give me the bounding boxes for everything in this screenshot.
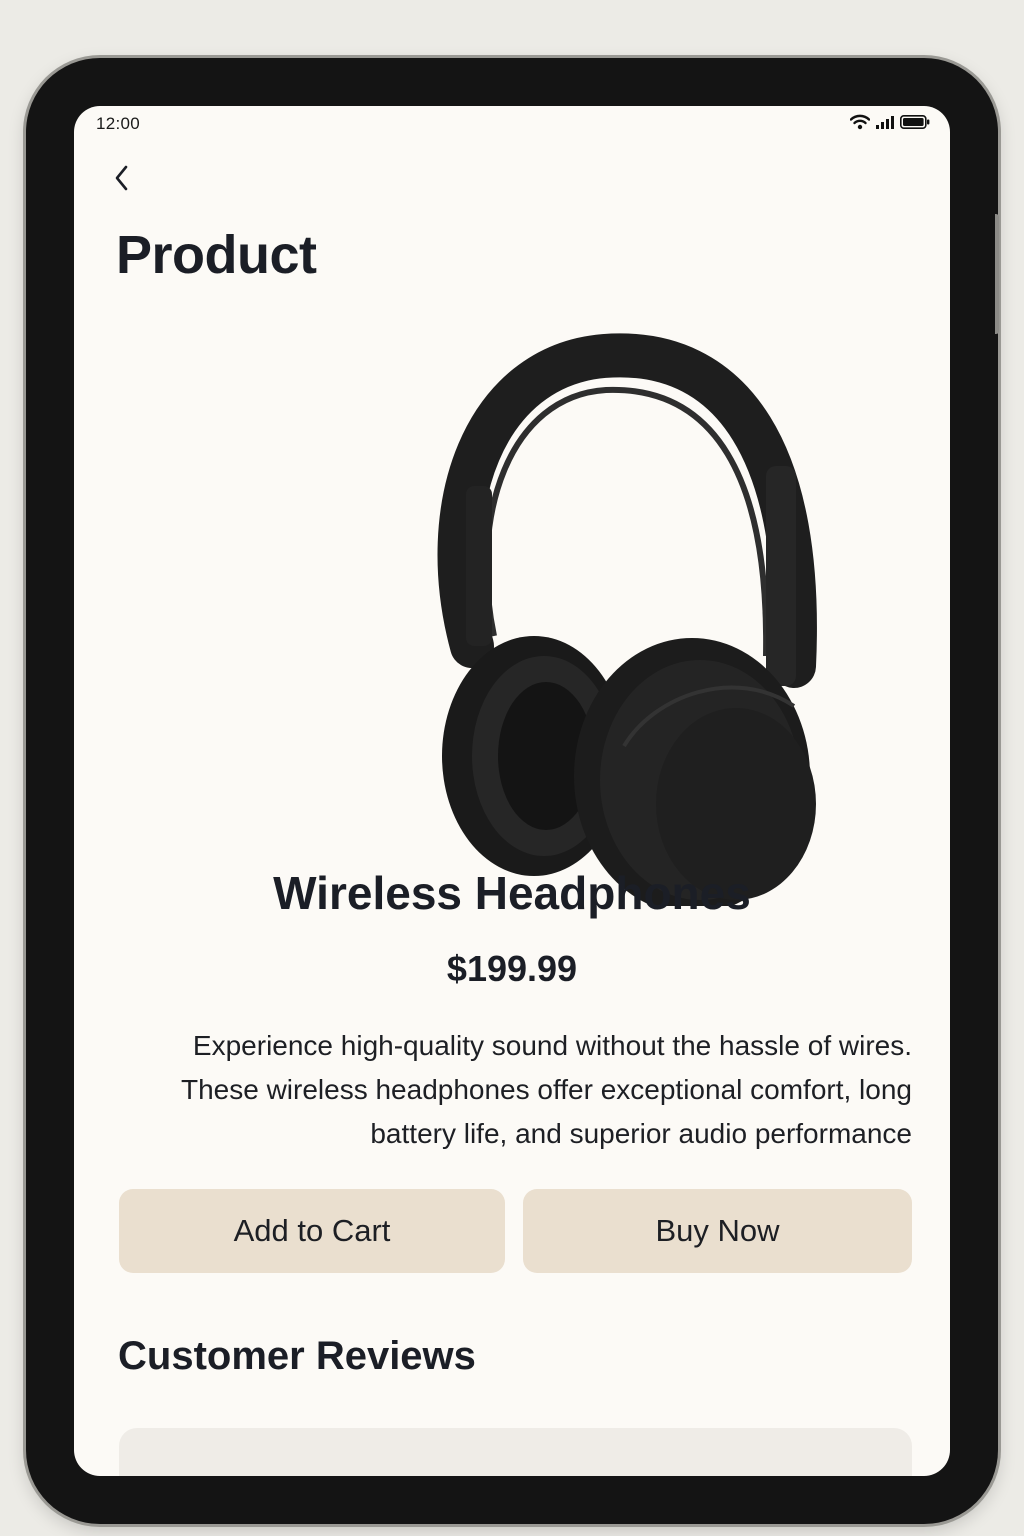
status-bar: 12:00 [74,106,950,142]
page-title: Product [116,225,317,285]
product-name: Wireless Headphones [273,867,751,919]
back-button[interactable] [104,162,140,198]
headphones-image [437,333,817,914]
product-image [374,286,834,914]
signal-icon [876,115,894,134]
reviews-heading: Customer Reviews [118,1334,476,1378]
add-to-cart-button[interactable]: Add to Cart [119,1189,505,1273]
chevron-left-icon [113,164,131,197]
status-icons [849,114,930,135]
buy-now-button[interactable]: Buy Now [523,1189,912,1273]
screen: 12:00 Product Wireless Headphones $199.9… [74,106,950,1476]
status-time: 12:00 [96,114,141,133]
battery-icon [900,115,930,134]
wifi-icon [849,114,871,135]
side-button [995,214,999,334]
product-price: $199.99 [446,948,578,989]
tablet-frame: 12:00 Product Wireless Headphones $199.9… [26,58,998,1524]
product-description: Experience high-quality sound without th… [180,1030,912,1149]
review-card[interactable] [119,1428,912,1476]
